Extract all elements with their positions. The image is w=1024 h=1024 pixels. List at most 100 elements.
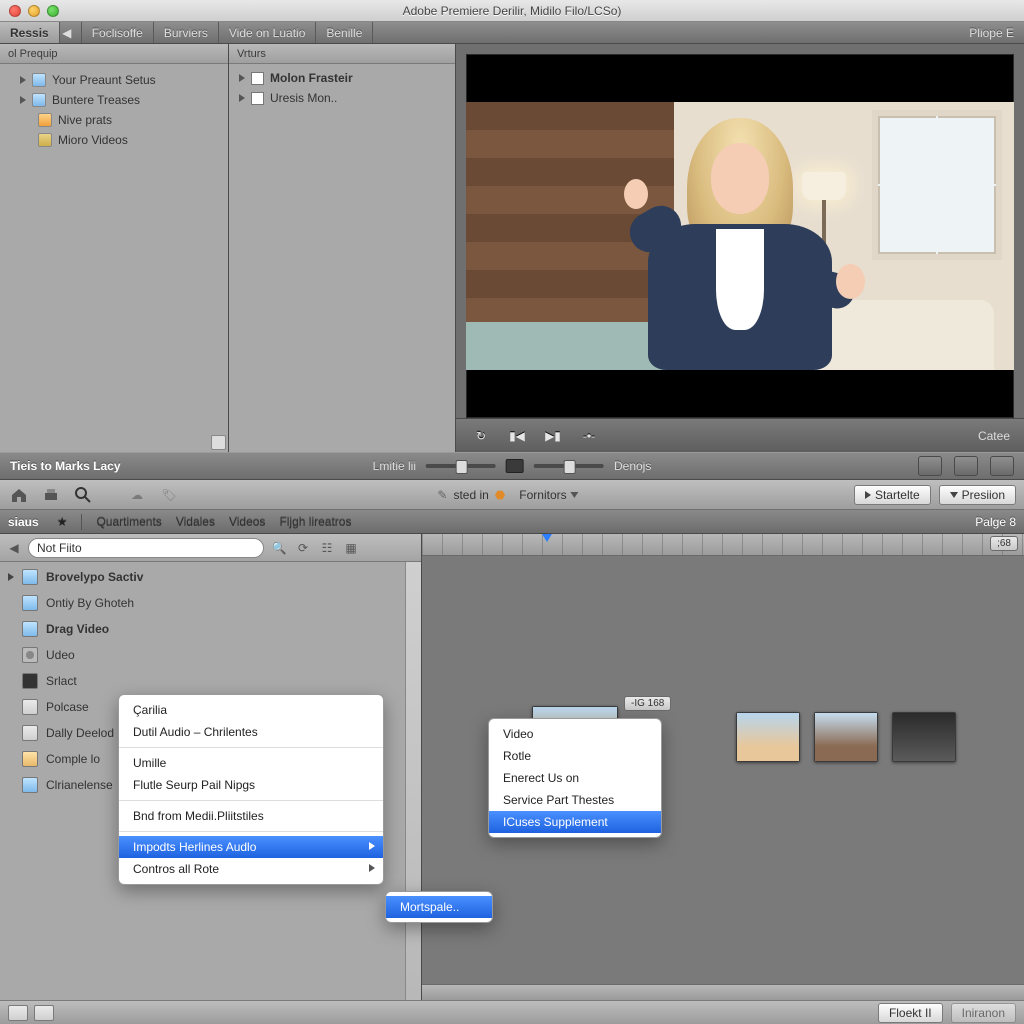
lower-tabs: siaus ★ Quartiments Vidales Videos Fljgh…	[0, 510, 1024, 534]
menubar-item[interactable]: Burviers	[154, 22, 219, 43]
main-toolbar: ☁ 🏷 ✎ sted in ⬣ Fornitors Startelte Pres…	[0, 480, 1024, 510]
home-icon[interactable]	[8, 485, 30, 505]
menu-item[interactable]: Mortspale..	[386, 896, 492, 918]
tree-item[interactable]: Your Preaunt Setus	[4, 70, 224, 90]
disclosure-icon[interactable]	[20, 76, 26, 84]
midstrip-left-tab[interactable]: Tieis to Marks Lacy	[10, 459, 121, 473]
menu-item[interactable]: Umille	[119, 752, 383, 774]
tab[interactable]: Vidales	[176, 515, 215, 529]
tree-item[interactable]: Nive prats	[4, 110, 224, 130]
midstrip-button[interactable]	[918, 456, 942, 476]
horizontal-scrollbar[interactable]	[422, 984, 1024, 1000]
status-button[interactable]	[8, 1005, 28, 1021]
ruler-button[interactable]: ;68	[990, 536, 1018, 551]
tree-item[interactable]: Mioro Videos	[4, 130, 224, 150]
list-item[interactable]: Molon Frasteir	[233, 68, 451, 88]
play-button[interactable]: ▶▮	[542, 426, 564, 446]
star-icon[interactable]: ★	[57, 515, 68, 529]
status-secondary-label: Iniranon	[962, 1006, 1005, 1020]
checkbox[interactable]	[251, 92, 264, 105]
search-input[interactable]: Not Fiito	[28, 538, 264, 558]
bin-label: Ontiy By Ghoteh	[46, 596, 134, 610]
playhead-icon[interactable]	[542, 534, 552, 542]
clip-thumbnail[interactable]	[814, 712, 878, 762]
presets-dropdown[interactable]: Presiion	[939, 485, 1016, 505]
search-icon[interactable]: 🔍	[270, 539, 288, 557]
effects-list[interactable]: Molon Frasteir Uresis Mon..	[229, 64, 455, 452]
midstrip-button[interactable]	[990, 456, 1014, 476]
video-preview[interactable]	[466, 54, 1014, 418]
menubar-right-label[interactable]: Pliope E	[959, 26, 1024, 40]
menubar-item[interactable]: Benille	[316, 22, 373, 43]
loop-button[interactable]: ↻	[470, 426, 492, 446]
bin-row[interactable]: Srlact	[0, 668, 421, 694]
status-secondary-button[interactable]: Iniranon	[951, 1003, 1016, 1023]
clip-icon	[38, 113, 52, 127]
tab[interactable]: Quartiments	[96, 515, 161, 529]
status-action-button[interactable]: Floekt II	[878, 1003, 943, 1023]
bin-row[interactable]: Brovelypo Sactiv	[0, 564, 421, 590]
prev-frame-button[interactable]: ▮◀	[506, 426, 528, 446]
menu-item[interactable]: Çarilia	[119, 699, 383, 721]
bin-icon	[32, 73, 46, 87]
cloud-icon[interactable]: ☁	[126, 485, 148, 505]
vertical-scrollbar[interactable]	[405, 562, 421, 1000]
context-submenu[interactable]: VideoRotleEnerect Us onService Part Thes…	[488, 718, 662, 838]
menubar-collapse-icon[interactable]: ◀	[60, 26, 74, 40]
menu-item[interactable]: Video	[489, 723, 661, 745]
print-icon[interactable]	[40, 485, 62, 505]
scroll-stub[interactable]	[211, 435, 226, 450]
bin-row[interactable]: Udeo	[0, 642, 421, 668]
bin-row[interactable]: Ontiy By Ghoteh	[0, 590, 421, 616]
transport-right-label[interactable]: Catee	[978, 429, 1010, 443]
menu-item[interactable]: Enerect Us on	[489, 767, 661, 789]
search-icon[interactable]	[72, 485, 94, 505]
status-bar: Floekt II Iniranon	[0, 1000, 1024, 1024]
menu-item[interactable]: Impodts Herlines Audlo	[119, 836, 383, 858]
menu-item[interactable]: Service Part Thestes	[489, 789, 661, 811]
disclosure-icon[interactable]	[239, 74, 245, 82]
zoom-slider[interactable]	[426, 464, 496, 468]
menu-item[interactable]: Flutle Seurp Pail Nipgs	[119, 774, 383, 796]
item-icon	[22, 777, 38, 793]
view-mode-icon[interactable]	[506, 459, 524, 473]
project-tree[interactable]: Your Preaunt Setus Buntere Treases Nive …	[0, 64, 228, 452]
start-button[interactable]: Startelte	[854, 485, 931, 505]
tab[interactable]: Videos	[229, 515, 265, 529]
menubar-item[interactable]: Foclisoffe	[82, 22, 154, 43]
item-icon	[22, 647, 38, 663]
clip-thumbnail[interactable]	[892, 712, 956, 762]
midstrip-button[interactable]	[954, 456, 978, 476]
checkbox[interactable]	[251, 72, 264, 85]
tree-item[interactable]: Buntere Treases	[4, 90, 224, 110]
collapse-icon[interactable]: ◀	[6, 540, 22, 556]
disclosure-icon[interactable]	[239, 94, 245, 102]
bin-row[interactable]: Drag Video	[0, 616, 421, 642]
menu-item[interactable]: Dutil Audio – Chrilentes	[119, 721, 383, 743]
clip-thumbnail[interactable]	[736, 712, 800, 762]
menubar-tab-ressis[interactable]: Ressis	[0, 22, 60, 43]
transport-controls: ↻ ▮◀ ▶▮ -•- Catee	[456, 418, 1024, 452]
menu-item[interactable]: Rotle	[489, 745, 661, 767]
menubar-item[interactable]: Vide on Luatio	[219, 22, 317, 43]
item-icon	[22, 725, 38, 741]
grid-icon[interactable]: ▦	[342, 539, 360, 557]
flyout-menu[interactable]: Mortspale..	[385, 891, 493, 923]
status-button[interactable]	[34, 1005, 54, 1021]
refresh-icon[interactable]: ⟳	[294, 539, 312, 557]
disclosure-icon[interactable]	[20, 96, 26, 104]
context-menu[interactable]: ÇariliaDutil Audio – Chrilentes UmilleFlu…	[118, 694, 384, 885]
list-item[interactable]: Uresis Mon..	[233, 88, 451, 108]
tab[interactable]: Fljgh lireatros	[279, 515, 351, 529]
tag-icon[interactable]: 🏷	[158, 485, 180, 505]
menu-item[interactable]: Contros all Rote	[119, 858, 383, 880]
step-button[interactable]: -•-	[578, 426, 600, 446]
menu-item[interactable]: Bnd from Medii.Pliitstiles	[119, 805, 383, 827]
filter-icon[interactable]: ☷	[318, 539, 336, 557]
toolbar-dropdown[interactable]: Fornitors	[511, 486, 586, 504]
opacity-slider[interactable]	[534, 464, 604, 468]
menu-item[interactable]: ICuses Supplement	[489, 811, 661, 833]
disclosure-icon[interactable]	[8, 573, 14, 581]
tab-active[interactable]: siaus	[8, 515, 39, 529]
timeline-ruler[interactable]: ;68	[422, 534, 1024, 556]
